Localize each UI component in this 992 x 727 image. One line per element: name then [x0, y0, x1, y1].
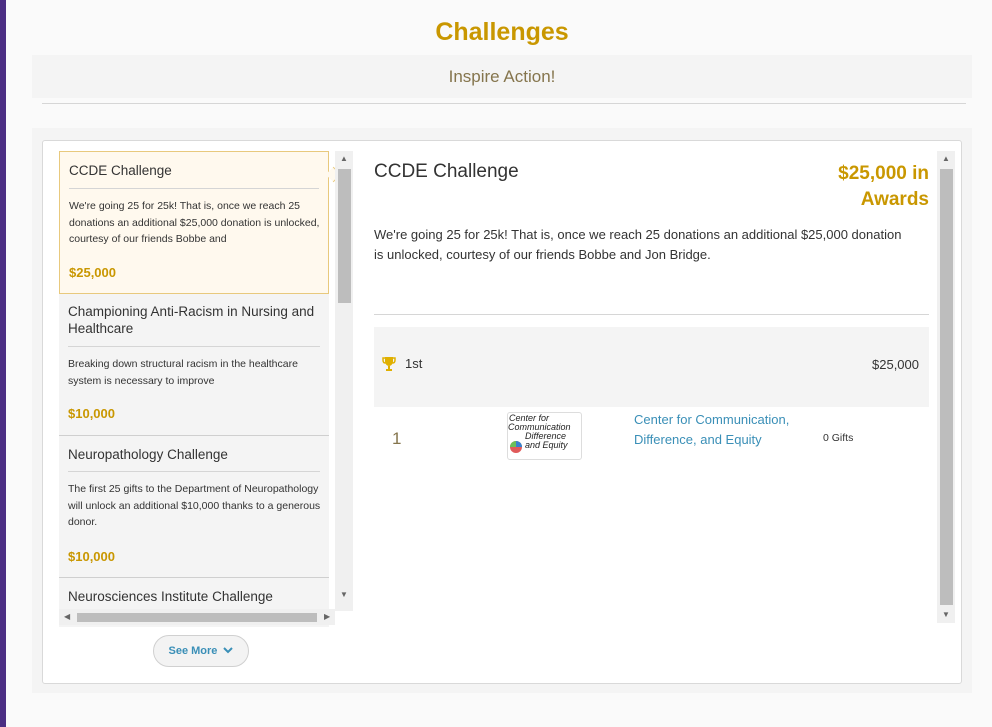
scroll-up-arrow-icon[interactable]: ▲ — [340, 155, 348, 163]
challenge-item-neuropathology[interactable]: Neuropathology Challenge The first 25 gi… — [59, 436, 329, 578]
organization-link[interactable]: Center for Communication, Difference, an… — [634, 410, 809, 450]
chevron-down-icon — [223, 647, 234, 654]
header-divider — [42, 103, 966, 104]
challenge-item-amount: $25,000 — [69, 265, 116, 280]
page-subtitle: Inspire Action! — [448, 67, 556, 86]
detail-divider — [374, 314, 929, 315]
see-more-label: See More — [168, 645, 218, 657]
challenge-item-title: Neuropathology Challenge — [68, 447, 228, 462]
gift-count: 0 Gifts — [823, 432, 854, 444]
logo-graphic — [510, 441, 522, 453]
challenge-item-title: Neurosciences Institute Challenge — [68, 589, 273, 604]
logo-text-line: and Equity — [525, 440, 568, 450]
scrollbar-thumb[interactable] — [338, 169, 351, 303]
scroll-up-arrow-icon[interactable]: ▲ — [942, 155, 950, 163]
challenge-item-description: Breaking down structural racism in the h… — [68, 358, 298, 387]
detail-award: $25,000 in Awards — [838, 163, 929, 210]
scrollbar-thumb[interactable] — [940, 169, 953, 605]
place-label: 1st — [405, 356, 423, 371]
scroll-right-arrow-icon[interactable]: ▶ — [324, 613, 330, 621]
list-horizontal-scrollbar[interactable]: ◀ ▶ — [59, 609, 335, 625]
scroll-down-arrow-icon[interactable]: ▼ — [340, 591, 348, 599]
see-more-button[interactable]: See More — [153, 635, 249, 667]
challenge-item-divider — [68, 471, 320, 472]
place-row — [374, 327, 929, 407]
detail-vertical-scrollbar[interactable]: ▲ ▼ — [937, 151, 955, 623]
challenge-item-ccde[interactable]: CCDE Challenge We're going 25 for 25k! T… — [59, 151, 329, 294]
list-vertical-scrollbar[interactable]: ▲ ▼ — [335, 151, 353, 611]
challenge-item-divider — [69, 188, 319, 189]
organization-logo: Center for Communication Difference and … — [507, 412, 582, 460]
trophy-icon — [382, 357, 396, 371]
challenges-panel: CCDE Challenge We're going 25 for 25k! T… — [42, 140, 962, 684]
leader-rank: 1 — [392, 429, 402, 448]
challenge-item-amount: $10,000 — [68, 406, 115, 421]
challenge-item-title: Championing Anti-Racism in Nursing and H… — [68, 304, 315, 336]
challenge-item-divider — [68, 346, 320, 347]
challenge-item-anti-racism[interactable]: Championing Anti-Racism in Nursing and H… — [59, 294, 329, 436]
scroll-left-arrow-icon[interactable]: ◀ — [64, 613, 70, 621]
detail-title: CCDE Challenge — [374, 161, 519, 182]
challenge-item-amount: $10,000 — [68, 549, 115, 564]
scroll-down-arrow-icon[interactable]: ▼ — [942, 611, 950, 619]
challenge-item-description: The first 25 gifts to the Department of … — [68, 483, 321, 528]
challenge-item-title: CCDE Challenge — [69, 163, 172, 178]
scrollbar-thumb[interactable] — [77, 613, 317, 622]
challenge-item-description: We're going 25 for 25k! That is, once we… — [69, 200, 320, 245]
challenge-list[interactable]: CCDE Challenge We're going 25 for 25k! T… — [59, 151, 359, 627]
page: Challenges Inspire Action! CCDE Challeng… — [6, 0, 992, 727]
place-amount: $25,000 — [872, 357, 919, 372]
detail-description: We're going 25 for 25k! That is, once we… — [374, 227, 902, 262]
header: Challenges Inspire Action! — [32, 0, 972, 105]
page-title: Challenges — [435, 18, 569, 46]
